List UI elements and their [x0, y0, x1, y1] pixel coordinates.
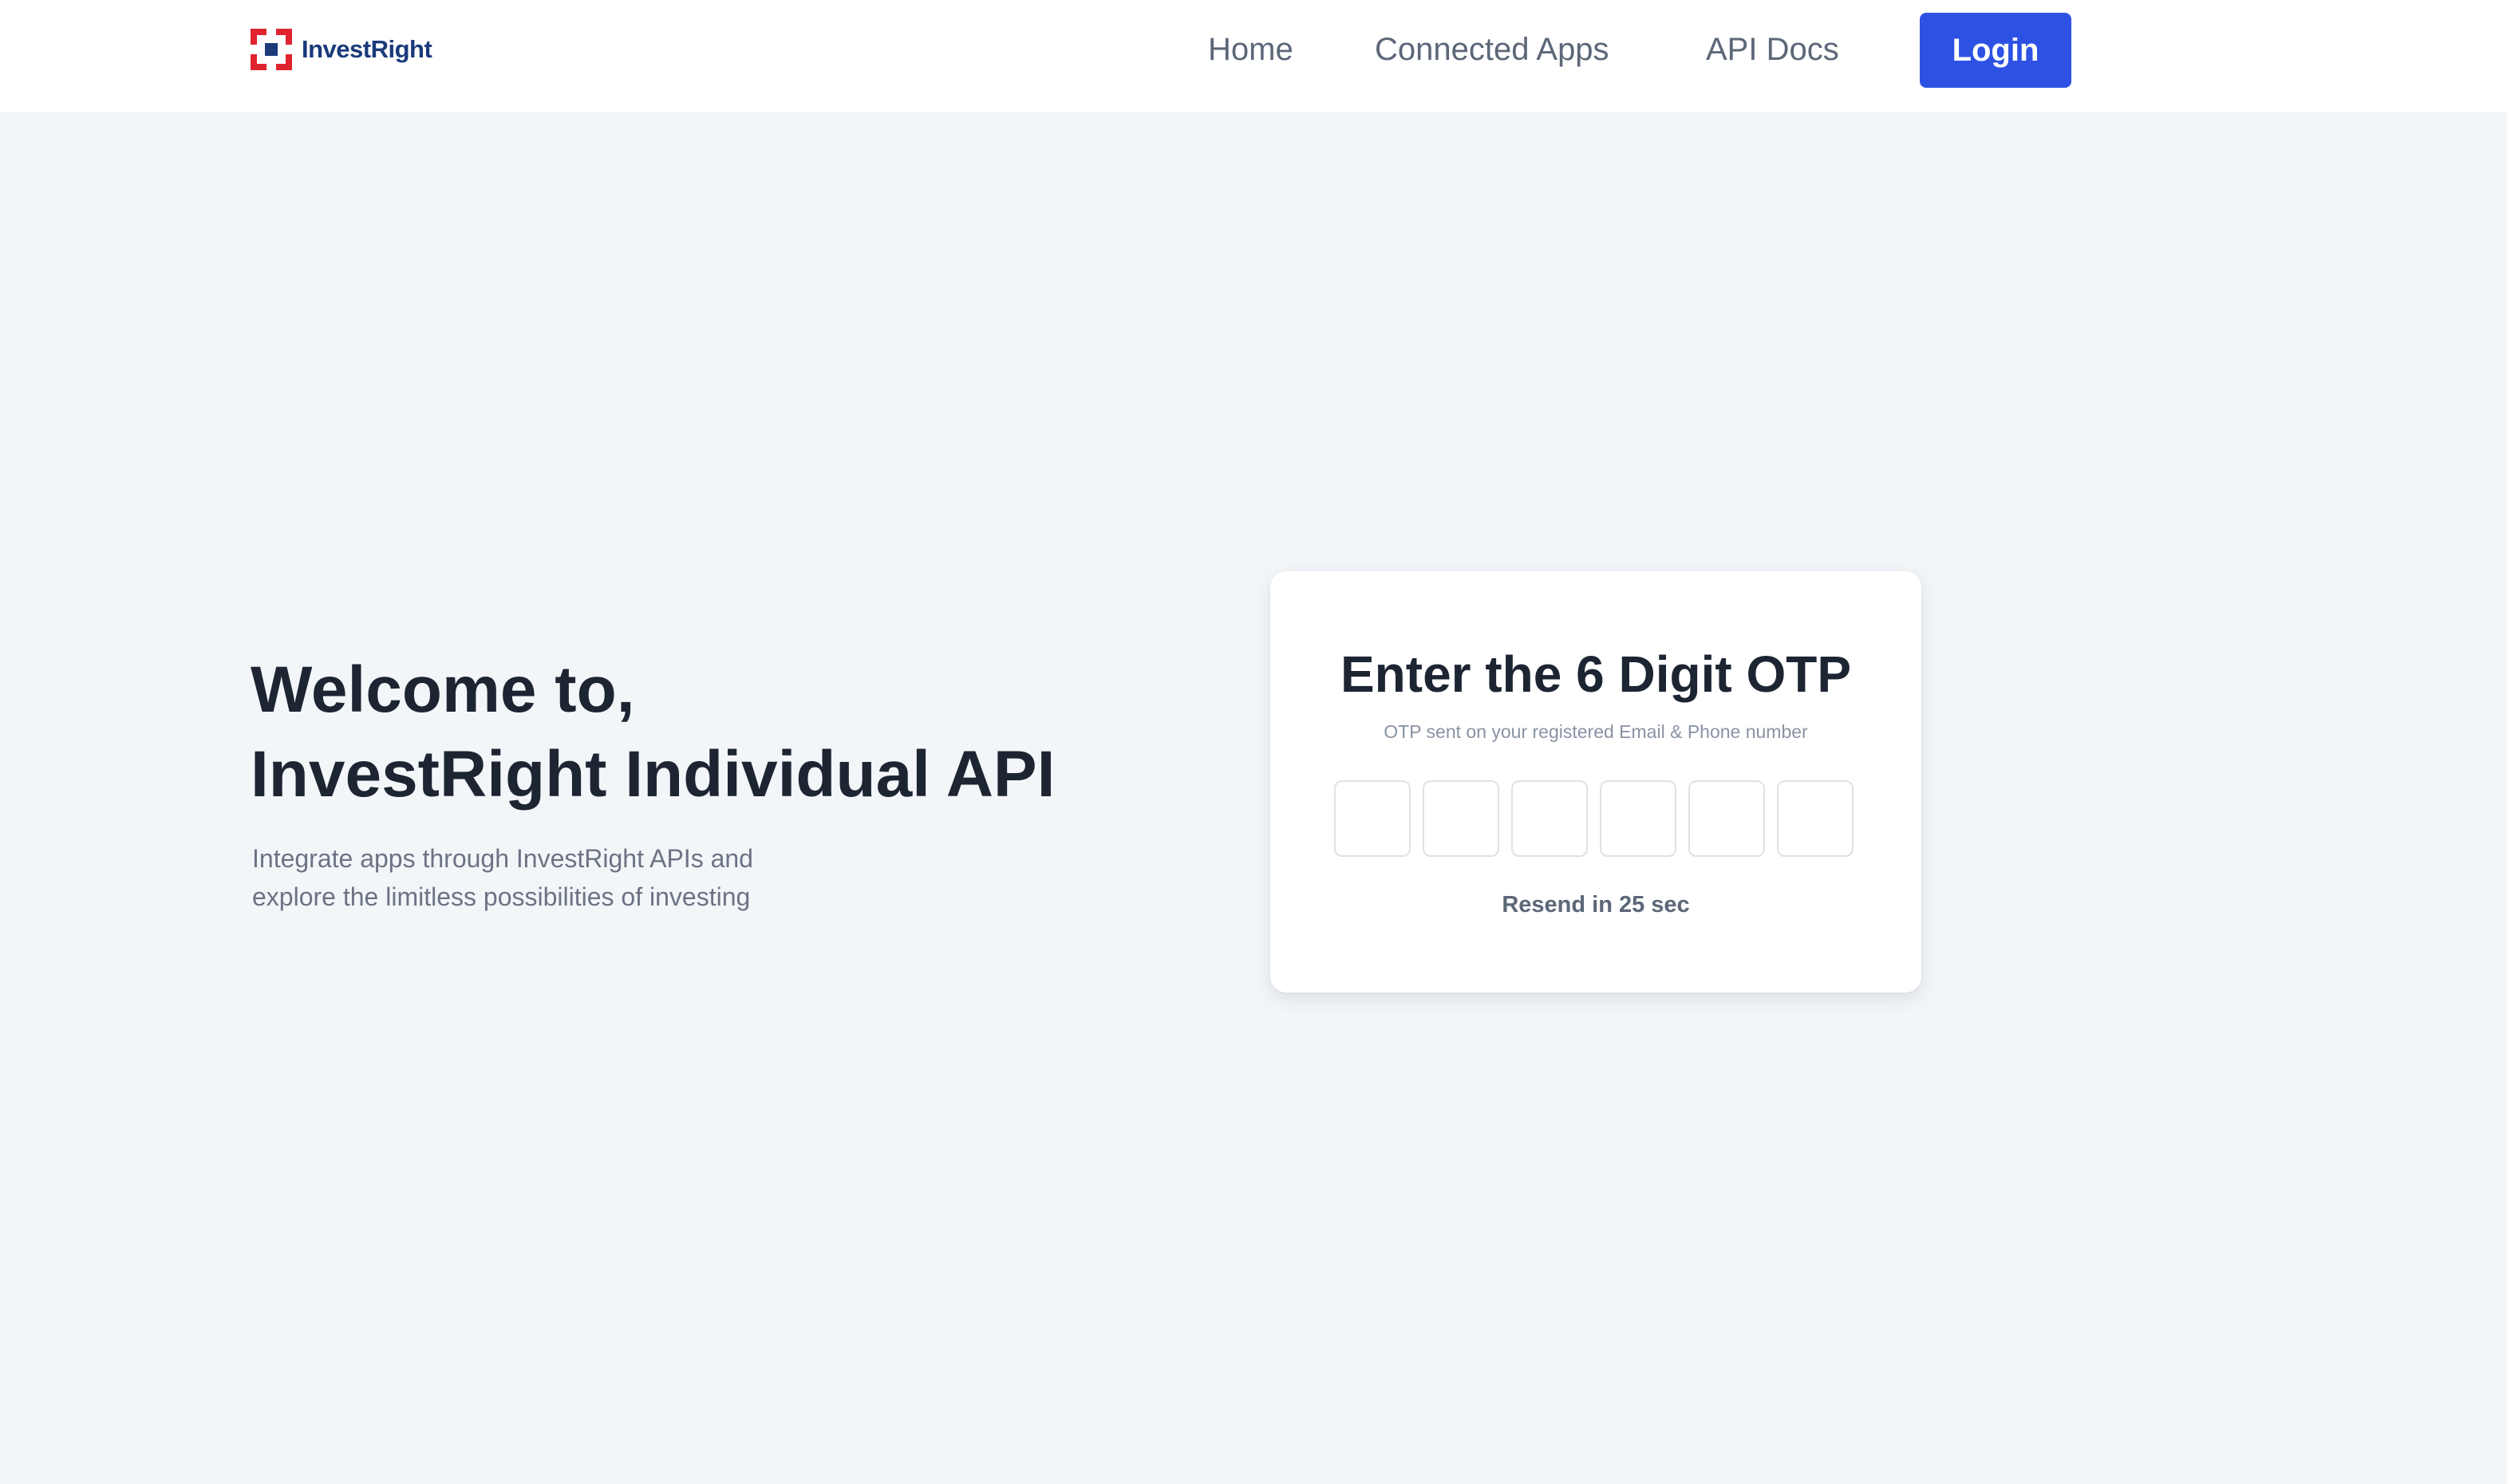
otp-card: Enter the 6 Digit OTP OTP sent on your r… [1270, 571, 1921, 993]
hero-title-line-1: Welcome to, [251, 653, 635, 726]
login-button[interactable]: Login [1920, 13, 2071, 88]
otp-digit-5-input[interactable] [1688, 780, 1765, 857]
otp-digit-2-input[interactable] [1423, 780, 1499, 857]
hero-subtitle: Integrate apps through InvestRight APIs … [252, 839, 753, 916]
top-navbar: InvestRight Home Connected Apps API Docs… [0, 0, 2507, 112]
otp-digit-1-input[interactable] [1334, 780, 1411, 857]
nav-connected-apps-link[interactable]: Connected Apps [1375, 30, 1609, 69]
logo-text: InvestRight [302, 35, 432, 63]
logo-mark-icon [251, 29, 292, 70]
nav-api-docs-link[interactable]: API Docs [1706, 30, 1839, 69]
investright-logo[interactable]: InvestRight [251, 29, 432, 70]
otp-digit-3-input[interactable] [1511, 780, 1588, 857]
otp-digit-6-input[interactable] [1777, 780, 1854, 857]
hero-title-line-2: InvestRight Individual API [251, 738, 1056, 811]
otp-title: Enter the 6 Digit OTP [1340, 645, 1852, 703]
otp-input-group [1334, 780, 1854, 857]
hero-subtitle-line-1: Integrate apps through InvestRight APIs … [252, 844, 753, 873]
resend-otp-timer: Resend in 25 sec [1502, 892, 1690, 918]
otp-subtitle: OTP sent on your registered Email & Phon… [1384, 721, 1808, 742]
hero-subtitle-line-2: explore the limitless possibilities of i… [252, 882, 751, 911]
hero-title: Welcome to, InvestRight Individual API [251, 648, 1055, 817]
nav-home-link[interactable]: Home [1208, 30, 1293, 69]
otp-digit-4-input[interactable] [1600, 780, 1676, 857]
